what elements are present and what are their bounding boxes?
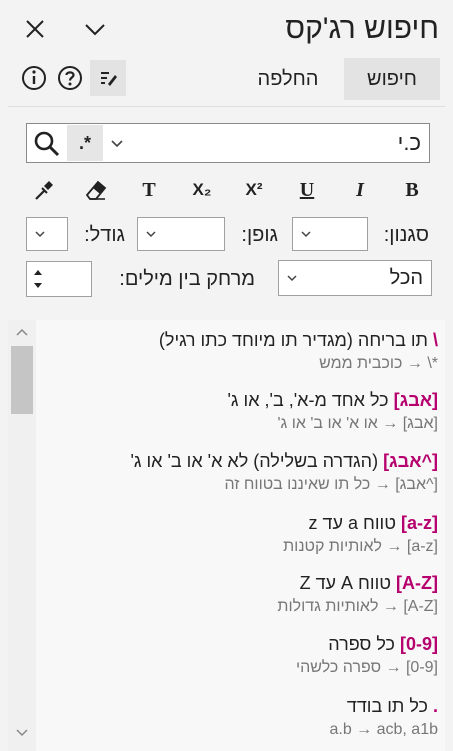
list-item[interactable]: [a-z] טווח a עד z [a-z] → לאותיות קטנות [38, 513, 438, 560]
scrollbar[interactable] [8, 320, 36, 751]
chevron-down-icon [35, 231, 45, 238]
italic-button[interactable]: I [344, 175, 376, 205]
superscript-button[interactable]: X² [238, 175, 270, 205]
regex-description: טווח A עד Z [299, 573, 396, 593]
eyedropper-icon[interactable] [28, 175, 60, 205]
bold-button[interactable]: B [396, 175, 428, 205]
regex-example: [אבג] → או א' או ב' או ג' [277, 415, 438, 432]
style-dropdown[interactable] [292, 217, 368, 251]
regex-description: תו בריחה (מגדיר תו מיוחד כתו רגיל) [158, 330, 433, 350]
list-item[interactable]: [A-Z] טווח A עד Z [A-Z] → לאותיות גדולות [38, 573, 438, 620]
regex-description: (הגדרה בשלילה) לא א' או ב' או ג' [130, 451, 384, 471]
size-label: גודל: [84, 224, 125, 246]
scrollbar-thumb[interactable] [11, 346, 33, 414]
text-button[interactable]: T [133, 175, 165, 205]
panel-header: חיפוש רג'קס [0, 0, 453, 58]
regex-example: [a-z] → לאותיות קטנות [283, 538, 438, 555]
regex-token: [A-Z] [396, 573, 438, 593]
scope-value: הכל [389, 267, 423, 289]
info-icon[interactable] [18, 62, 50, 94]
chevron-down-icon[interactable] [107, 132, 127, 154]
format-toolbar: B I U X² X₂ T [26, 175, 430, 205]
regex-description: טווח a עד z [308, 513, 401, 533]
regex-token: \ [432, 330, 438, 350]
tab-bar: חיפוש החלפה [8, 58, 444, 100]
font-label: גופן: [241, 224, 278, 246]
underline-button[interactable]: U [291, 175, 323, 205]
options-icon[interactable] [90, 60, 126, 96]
divider [8, 106, 445, 107]
regex-token: [^אבג] [383, 451, 438, 471]
scope-dropdown[interactable]: הכל [278, 260, 432, 296]
chevron-down-icon [301, 231, 311, 238]
size-dropdown[interactable] [26, 217, 68, 251]
stepper-icon[interactable] [31, 265, 45, 293]
list-item[interactable]: [^אבג] (הגדרה בשלילה) לא א' או ב' או ג' … [38, 451, 438, 498]
help-icon[interactable] [54, 62, 86, 94]
chevron-down-icon [146, 231, 156, 238]
chevron-down-icon[interactable] [14, 727, 30, 739]
regex-example: [^אבג] → כל תו שאיננו בטווח זה [224, 476, 438, 493]
regex-description: כל אחד מ-א', ב', או ג' [227, 390, 394, 410]
regex-example: [A-Z] → לאותיות גדולות [277, 598, 438, 615]
regex-help-list: \ תו בריחה (מגדיר תו מיוחד כתו רגיל) ‎\*… [8, 320, 445, 751]
list-item[interactable]: [אבג] כל אחד מ-א', ב', או ג' [אבג] → או … [38, 390, 438, 437]
regex-search-panel: חיפוש רג'קס חיפוש החלפה כ.י .* B I U X² … [0, 0, 453, 751]
style-label: סגנון: [383, 224, 429, 246]
regex-token: . [432, 696, 438, 716]
subscript-button[interactable]: X₂ [186, 175, 218, 205]
regex-toggle-button[interactable]: .* [67, 125, 103, 161]
list-item[interactable]: . כל תו בודד ‎a.b → acb, a1b‎ [38, 696, 438, 743]
eraser-icon[interactable] [80, 175, 112, 205]
regex-example: ‎a.b → acb, a1b‎ [329, 721, 438, 738]
chevron-up-icon[interactable] [14, 326, 30, 338]
panel-title: חיפוש רג'קס [285, 12, 439, 45]
chevron-down-icon [287, 275, 297, 282]
chevron-down-icon[interactable] [82, 16, 108, 42]
regex-example: ‎\*‎ → כוכבית ממש [319, 355, 438, 372]
word-spacing-stepper[interactable] [26, 261, 92, 297]
regex-description: כל תו בודד [346, 696, 433, 716]
regex-token: [אבג] [393, 390, 438, 410]
regex-example: [0-9] → ספרה כלשהי [295, 659, 438, 676]
list-item[interactable]: [0-9] כל ספרה [0-9] → ספרה כלשהי [38, 634, 438, 681]
search-icon[interactable] [31, 128, 63, 160]
close-icon[interactable] [22, 16, 48, 42]
word-spacing-label: מרחק בין מילים: [119, 268, 255, 290]
tab-search[interactable]: חיפוש [344, 58, 440, 100]
search-input[interactable] [151, 124, 421, 162]
regex-token: [0-9] [399, 634, 438, 654]
regex-token: [a-z] [400, 513, 438, 533]
tab-replace[interactable]: החלפה [238, 58, 338, 100]
font-dropdown[interactable] [137, 217, 225, 251]
search-box: .* [26, 123, 430, 163]
regex-description: כל ספרה [328, 634, 400, 654]
list-item[interactable]: \ תו בריחה (מגדיר תו מיוחד כתו רגיל) ‎\*… [38, 330, 438, 377]
